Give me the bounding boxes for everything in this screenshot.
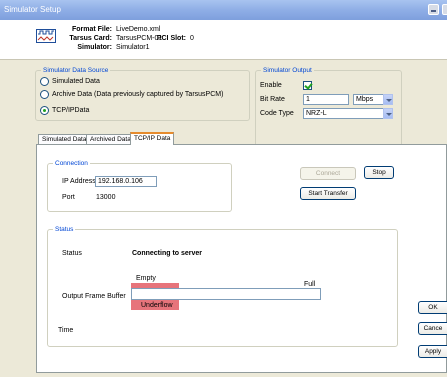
simulator-value: Simulator1 (116, 44, 150, 51)
ip-address-input[interactable]: 192.168.0.106 (95, 176, 157, 187)
maximize-button[interactable] (442, 4, 447, 15)
port-value: 13000 (96, 194, 116, 201)
data-source-title: Simulator Data Source (41, 66, 111, 75)
simulated-data-label: Simulated Data (52, 78, 100, 85)
apply-button[interactable]: Apply (418, 345, 447, 358)
underflow-label: Underflow (141, 302, 173, 309)
output-title: Simulator Output (261, 66, 314, 75)
enable-checkbox[interactable] (303, 81, 312, 90)
code-type-chevron-down-icon[interactable] (383, 108, 393, 119)
stop-button[interactable]: Stop (364, 166, 394, 179)
format-file-label: Format File: (71, 26, 112, 33)
bit-rate-label: Bit Rate (260, 96, 285, 103)
bit-rate-unit-chevron-down-icon[interactable] (383, 94, 393, 105)
archive-data-label: Archive Data (Data previously captured b… (52, 91, 224, 98)
simulator-label: Simulator: (77, 44, 112, 51)
tarsus-card-label: Tarsus Card: (69, 35, 112, 42)
code-type-label: Code Type (260, 110, 294, 117)
time-label: Time (58, 327, 74, 334)
connection-title: Connection (53, 159, 90, 168)
cancel-button[interactable]: Cance (418, 322, 447, 335)
status-value: Connecting to server (132, 250, 203, 257)
archive-data-radio[interactable] (40, 90, 49, 99)
pci-slot-value: 0 (190, 35, 194, 42)
status-title: Status (53, 225, 76, 234)
buffer-empty-label: Empty (136, 275, 156, 282)
header-panel: Format File: LiveDemo.xml Tarsus Card: T… (0, 20, 447, 60)
tcpip-data-label: TCP/IPData (52, 107, 90, 114)
format-file-value: LiveDemo.xml (116, 26, 161, 33)
ok-button[interactable]: OK (418, 301, 447, 314)
enable-label: Enable (260, 82, 282, 89)
minimize-button[interactable] (428, 4, 439, 15)
output-buffer-label: Output Frame Buffer (62, 293, 126, 300)
simulated-data-radio[interactable] (40, 77, 49, 86)
connect-button[interactable]: Connect (300, 167, 356, 180)
bit-rate-input[interactable]: 1 (303, 94, 349, 105)
status-label: Status (62, 250, 82, 257)
window-title: Simulator Setup (4, 5, 61, 14)
tcpip-data-radio[interactable] (40, 106, 49, 115)
start-transfer-button[interactable]: Start Transfer (300, 187, 356, 200)
title-bar[interactable]: Simulator Setup (0, 0, 447, 20)
pci-slot-label: PCI Slot: (156, 35, 186, 42)
tab-tcpip-data[interactable]: TCP/IP Data (130, 132, 175, 145)
code-type-select[interactable]: NRZ-L (303, 108, 393, 119)
connection-group: Connection (47, 159, 232, 212)
output-buffer-bar (131, 288, 321, 300)
port-label: Port (62, 194, 75, 201)
ip-address-label: IP Address (62, 178, 96, 185)
